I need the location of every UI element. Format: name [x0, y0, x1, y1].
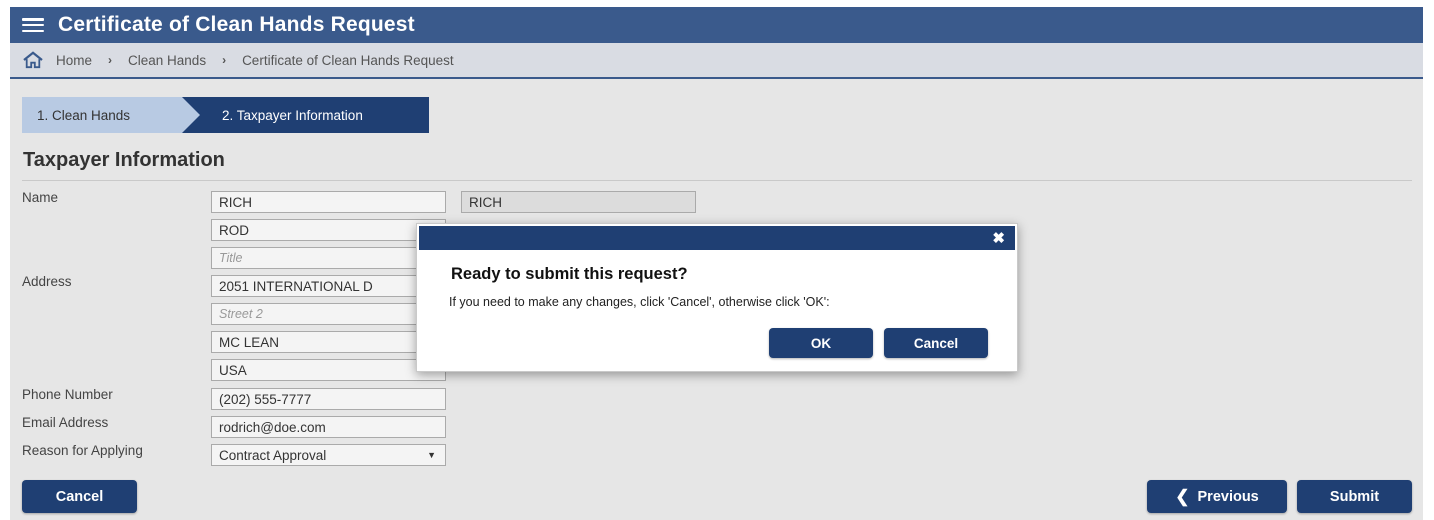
dialog-title: Ready to submit this request? — [451, 265, 688, 283]
dialog-cancel-button[interactable]: Cancel — [884, 328, 988, 358]
app-window: Certificate of Clean Hands Request Home … — [10, 7, 1423, 520]
close-icon[interactable]: ✖ — [992, 229, 1005, 247]
dialog-message: If you need to make any changes, click '… — [449, 295, 830, 309]
confirm-dialog: ✖ Ready to submit this request? If you n… — [416, 223, 1018, 372]
dialog-ok-button[interactable]: OK — [769, 328, 873, 358]
dialog-header: ✖ — [419, 226, 1015, 250]
